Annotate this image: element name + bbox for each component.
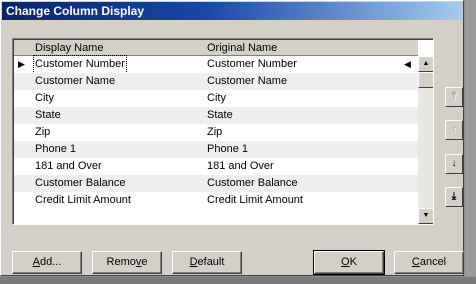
display-name-cell[interactable]: Credit Limit Amount bbox=[35, 192, 131, 209]
table-row[interactable]: Customer Name Customer Name bbox=[14, 73, 418, 90]
table-row[interactable]: State State bbox=[14, 107, 418, 124]
grid-vertical-scrollbar[interactable]: ▲ ▼ bbox=[418, 56, 433, 224]
scroll-down-button[interactable]: ▼ bbox=[418, 208, 433, 224]
display-name-cell[interactable]: Customer Balance bbox=[35, 175, 126, 192]
original-name-cell: Customer Number bbox=[207, 58, 297, 70]
grid-body: ▶ Customer Number Customer Number ◀ Cust… bbox=[14, 55, 418, 209]
current-row-pointer-icon: ▶ bbox=[18, 59, 25, 69]
row-end-marker-icon: ◀ bbox=[404, 59, 411, 69]
cancel-label-key: C bbox=[411, 256, 420, 268]
grid-header: Display Name Original Name bbox=[14, 40, 418, 56]
original-name-cell: Phone 1 bbox=[207, 143, 248, 155]
add-label-key: A bbox=[32, 256, 40, 268]
display-name-cell[interactable]: Zip bbox=[35, 124, 50, 141]
cancel-label-post: ancel bbox=[419, 256, 447, 268]
original-name-cell: City bbox=[207, 92, 226, 104]
dialog-title: Change Column Display bbox=[2, 2, 462, 20]
move-down-button[interactable]: ↓ bbox=[445, 154, 463, 174]
scrollbar-thumb[interactable] bbox=[418, 72, 433, 88]
add-label-post: dd... bbox=[39, 256, 62, 268]
ok-label-post: K bbox=[349, 256, 357, 268]
display-name-cell[interactable]: Phone 1 bbox=[35, 141, 76, 158]
move-up-button[interactable]: ↑ bbox=[445, 120, 463, 140]
display-name-cell[interactable]: Customer Number bbox=[33, 55, 127, 74]
original-name-cell: Zip bbox=[207, 126, 223, 138]
display-name-cell[interactable]: City bbox=[35, 90, 54, 107]
table-row[interactable]: Credit Limit Amount Credit Limit Amount bbox=[14, 192, 418, 209]
scroll-down-arrow-icon: ▼ bbox=[422, 212, 430, 219]
table-row[interactable]: Customer Balance Customer Balance bbox=[14, 175, 418, 192]
display-name-cell[interactable]: 181 and Over bbox=[35, 158, 102, 175]
column-grid-viewport: Display Name Original Name ▶ Customer Nu… bbox=[13, 39, 433, 224]
table-row[interactable]: Phone 1 Phone 1 bbox=[14, 141, 418, 158]
original-name-cell: State bbox=[207, 109, 233, 121]
original-name-cell: Credit Limit Amount bbox=[207, 194, 303, 206]
original-name-cell: Customer Balance bbox=[207, 177, 298, 189]
add-button[interactable]: Add... bbox=[12, 251, 82, 274]
original-name-cell: Customer Name bbox=[207, 75, 288, 87]
display-name-cell[interactable]: Customer Name bbox=[35, 73, 115, 90]
default-label-key: D bbox=[189, 256, 198, 268]
default-label-post: efault bbox=[197, 256, 225, 268]
move-to-bottom-icon: ⤓ bbox=[451, 191, 457, 202]
move-to-top-button[interactable]: ⤒ bbox=[445, 87, 463, 107]
remove-label-pre: Remo bbox=[106, 256, 136, 268]
cancel-button[interactable]: Cancel bbox=[394, 251, 464, 274]
table-row[interactable]: Zip Zip bbox=[14, 124, 418, 141]
table-row[interactable]: City City bbox=[14, 90, 418, 107]
remove-button[interactable]: Remove bbox=[92, 251, 162, 274]
move-to-top-icon: ⤒ bbox=[451, 91, 457, 102]
display-name-cell[interactable]: State bbox=[35, 107, 61, 124]
ok-button[interactable]: OK bbox=[313, 250, 385, 275]
original-name-cell: 181 and Over bbox=[207, 160, 274, 172]
scroll-up-button[interactable]: ▲ bbox=[418, 56, 433, 72]
remove-label-post: e bbox=[141, 256, 148, 268]
column-header-original-name[interactable]: Original Name bbox=[207, 40, 277, 56]
default-button[interactable]: Default bbox=[172, 251, 242, 274]
table-row[interactable]: 181 and Over 181 and Over bbox=[14, 158, 418, 175]
ok-label-key: O bbox=[341, 256, 350, 268]
change-column-display-dialog: Change Column Display Display Name Origi… bbox=[0, 0, 464, 276]
move-down-icon: ↓ bbox=[451, 158, 457, 169]
move-up-icon: ↑ bbox=[451, 124, 457, 135]
background-window-edge bbox=[465, 0, 476, 284]
scroll-up-arrow-icon: ▲ bbox=[422, 60, 430, 67]
background-window-strip bbox=[0, 277, 476, 284]
column-header-display-name[interactable]: Display Name bbox=[35, 40, 103, 56]
column-grid: Display Name Original Name ▶ Customer Nu… bbox=[12, 38, 434, 225]
move-to-bottom-button[interactable]: ⤓ bbox=[445, 187, 463, 207]
table-row[interactable]: ▶ Customer Number Customer Number ◀ bbox=[14, 55, 418, 74]
